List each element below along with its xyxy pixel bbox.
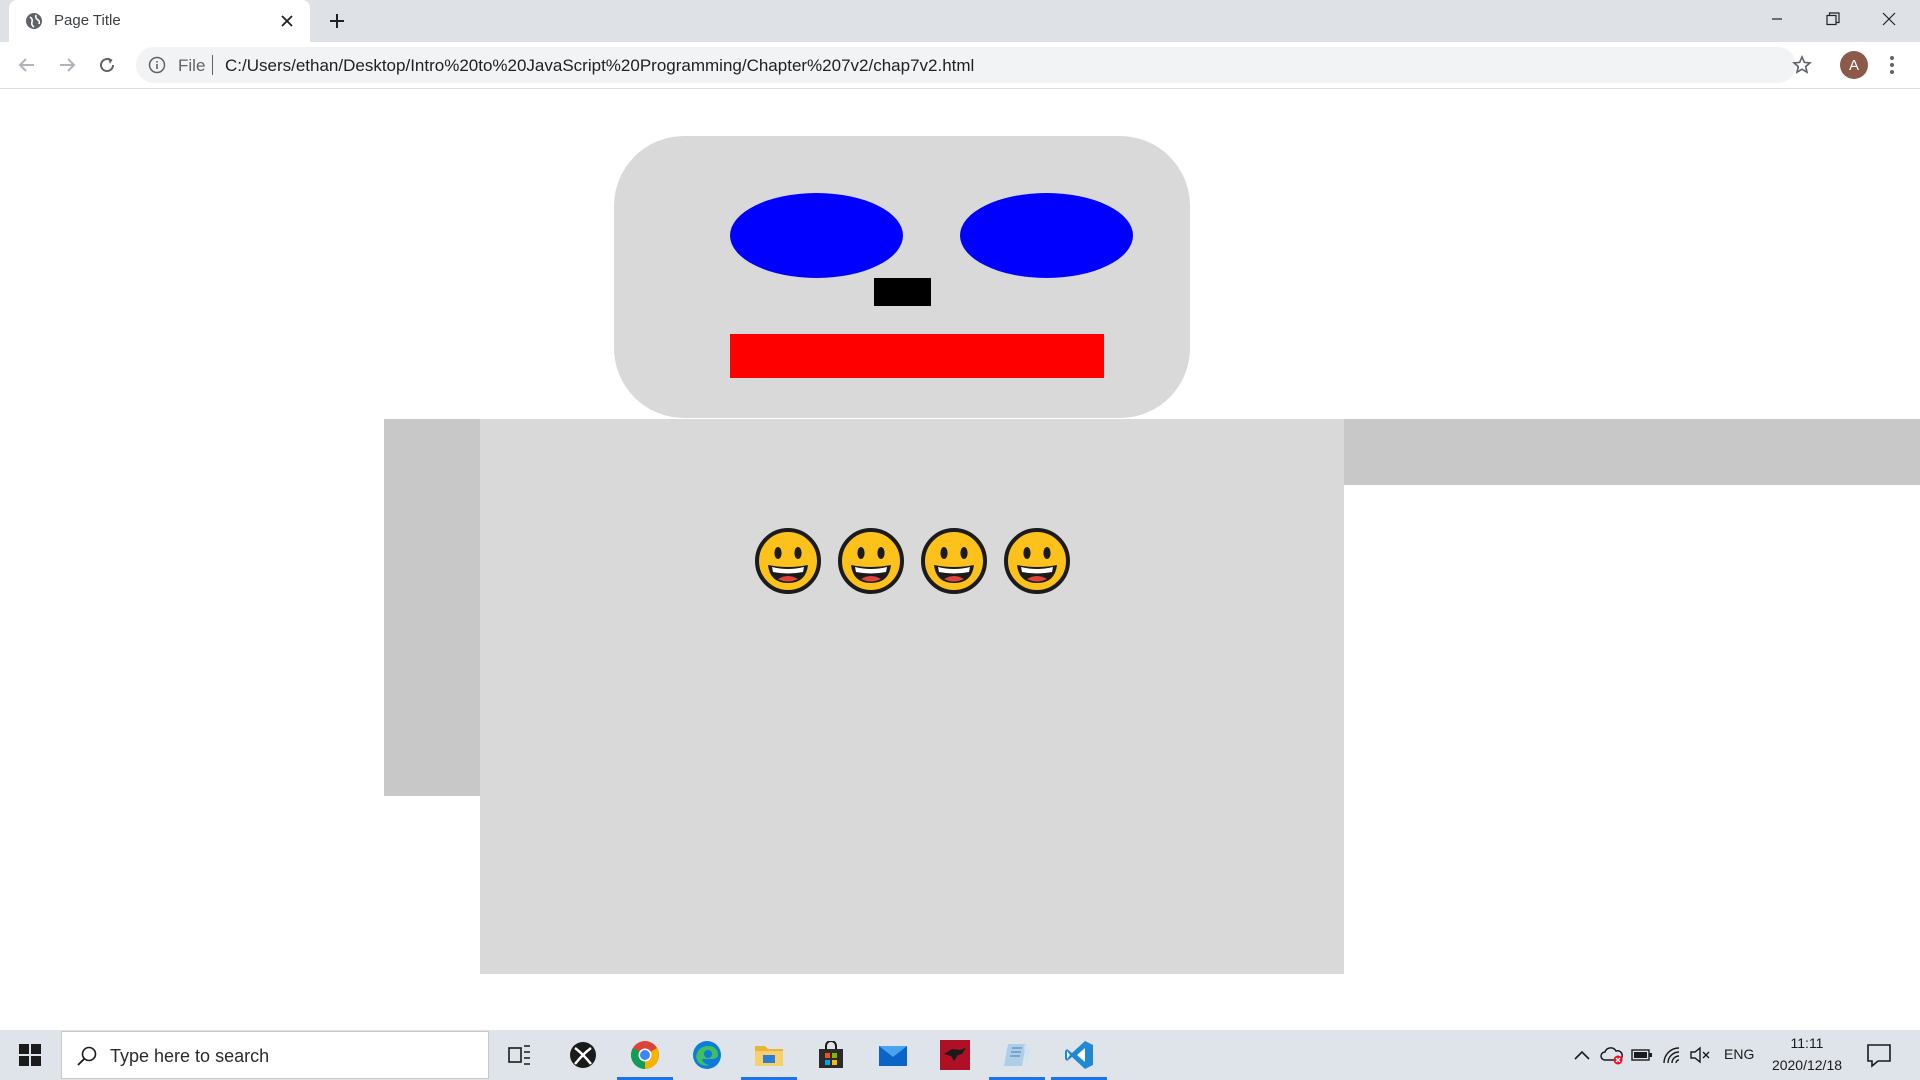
search-placeholder: Type here to search [110, 1046, 270, 1066]
address-scheme: File [178, 56, 206, 75]
network-tray-icon[interactable] [1660, 1043, 1684, 1067]
game-app[interactable] [925, 1030, 985, 1080]
robot-right-arm [1344, 419, 1920, 485]
file-explorer-app[interactable] [739, 1030, 799, 1080]
address-url[interactable]: C:/Users/ethan/Desktop/Intro%20to%20Java… [225, 56, 974, 76]
robot-body [480, 419, 1344, 974]
xbox-icon [570, 1042, 596, 1068]
back-button[interactable] [12, 50, 42, 80]
browser-tab[interactable]: Page Title [9, 0, 310, 42]
restore-icon [1826, 12, 1840, 26]
profile-avatar[interactable]: A [1840, 51, 1868, 79]
browser-toolbar: File C:/Users/ethan/Desktop/Intro%20to%2… [0, 42, 1920, 89]
robot-mouth [730, 334, 1104, 378]
chrome-app[interactable] [615, 1030, 675, 1080]
new-tab-button[interactable] [326, 10, 348, 32]
notepad-icon [1004, 1044, 1030, 1066]
browser-titlebar: Page Title [0, 0, 1920, 42]
grinning-face-icon [921, 528, 987, 594]
battery-tray-icon[interactable] [1630, 1043, 1654, 1067]
edge-app[interactable] [677, 1030, 737, 1080]
robot-right-eye [960, 193, 1133, 278]
game-icon [940, 1040, 970, 1070]
task-view-button[interactable] [490, 1030, 550, 1080]
page-viewport [0, 89, 1920, 1030]
battery-icon [1631, 1049, 1652, 1061]
store-app[interactable] [801, 1030, 861, 1080]
menu-dot-icon [1890, 56, 1894, 60]
task-view-icon [508, 1045, 530, 1065]
reload-button[interactable] [92, 50, 122, 80]
language-indicator[interactable]: ENG [1724, 1046, 1754, 1062]
address-separator [212, 55, 213, 75]
vscode-app[interactable] [1049, 1030, 1109, 1080]
grinning-face-icon [838, 528, 904, 594]
browser-menu-button[interactable] [1882, 51, 1902, 79]
show-hidden-icons-button[interactable] [1570, 1043, 1594, 1067]
notepad-app[interactable] [987, 1030, 1047, 1080]
globe-icon [26, 13, 42, 29]
taskbar: Type here to search ENG 11:11 2020/12/18 [0, 1030, 1920, 1080]
start-button[interactable] [0, 1030, 60, 1080]
mail-icon [879, 1046, 907, 1066]
robot-nose [874, 278, 931, 306]
close-icon [1882, 12, 1896, 26]
cloud-error-icon [1600, 1047, 1623, 1065]
close-tab-button[interactable] [277, 11, 297, 31]
smiley-row [754, 527, 1071, 595]
wifi-icon [1663, 1047, 1680, 1064]
menu-dot-icon [1890, 63, 1894, 67]
robot-left-arm [384, 419, 480, 796]
clock-date[interactable]: 2020/12/18 [1760, 1057, 1854, 1073]
info-icon[interactable] [148, 56, 166, 74]
restore-button[interactable] [1805, 0, 1861, 38]
volume-tray-icon[interactable] [1688, 1043, 1712, 1067]
grinning-face-icon [1004, 528, 1070, 594]
plus-icon [330, 14, 344, 28]
forward-button[interactable] [52, 50, 82, 80]
robot-head [614, 136, 1190, 418]
edge-icon [693, 1041, 721, 1069]
taskbar-search-box[interactable]: Type here to search [61, 1031, 489, 1079]
vscode-icon [1065, 1041, 1093, 1069]
menu-dot-icon [1890, 70, 1894, 74]
search-icon [77, 1046, 97, 1066]
onedrive-tray-icon[interactable] [1600, 1043, 1624, 1067]
close-icon [281, 15, 293, 27]
xbox-app[interactable] [553, 1030, 613, 1080]
star-icon[interactable] [1792, 55, 1812, 75]
reload-icon [100, 57, 115, 73]
clock-time[interactable]: 11:11 [1760, 1035, 1854, 1051]
minimize-button[interactable] [1749, 0, 1805, 38]
close-window-button[interactable] [1861, 0, 1917, 38]
chrome-icon [631, 1041, 659, 1069]
robot-left-eye [730, 193, 903, 278]
mail-app[interactable] [863, 1030, 923, 1080]
shopping-bag-icon [819, 1041, 843, 1068]
chevron-up-icon [1574, 1050, 1590, 1060]
folder-icon [755, 1046, 783, 1066]
address-bar[interactable]: File C:/Users/ethan/Desktop/Intro%20to%2… [136, 47, 1812, 83]
arrow-left-icon [18, 58, 34, 72]
tab-title: Page Title [54, 12, 121, 29]
arrow-right-icon [60, 58, 76, 72]
volume-muted-icon [1690, 1046, 1710, 1064]
notification-icon[interactable] [1866, 1042, 1892, 1068]
grinning-face-icon [755, 528, 821, 594]
windows-logo-icon [19, 1044, 41, 1066]
minimize-icon [1772, 18, 1782, 20]
